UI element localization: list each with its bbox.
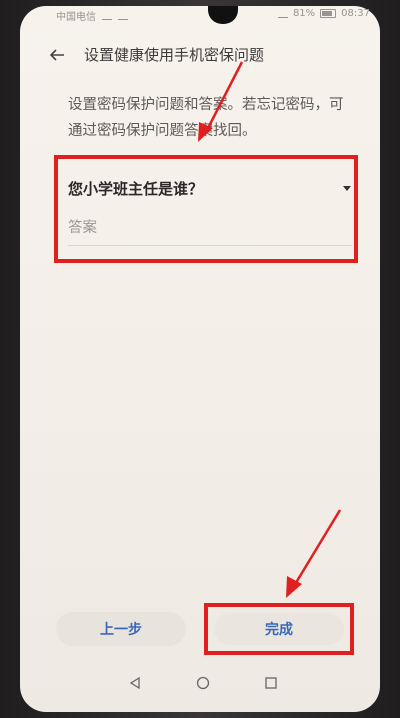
bluetooth-icon [277, 9, 288, 18]
nav-recent-icon[interactable] [264, 676, 278, 690]
done-button[interactable]: 完成 [214, 613, 344, 645]
system-nav-bar [0, 672, 400, 696]
battery-icon [320, 9, 337, 18]
prev-step-button[interactable]: 上一步 [56, 612, 186, 646]
answer-input[interactable] [68, 211, 352, 246]
nav-home-icon[interactable] [196, 676, 210, 690]
battery-percent: 81% [292, 8, 316, 19]
question-select[interactable]: 您小学班主任是谁？ [68, 173, 352, 203]
signal-icon [102, 11, 112, 20]
description-text: 设置密码保护问题和答案。若忘记密码，可通过密码保护问题答案找回。 [68, 97, 344, 139]
arrow-left-icon[interactable] [48, 46, 66, 64]
wifi-icon [118, 11, 128, 20]
question-highlight-box: 您小学班主任是谁？ [54, 155, 358, 263]
done-highlight-box: 完成 [204, 603, 354, 655]
selected-question: 您小学班主任是谁？ [68, 179, 204, 198]
camera-notch [208, 6, 238, 24]
triangle-down-icon [343, 186, 351, 191]
clock: 08:37 [341, 8, 370, 19]
page-title: 设置健康使用手机密保问题 [84, 46, 265, 64]
status-bar-left: 中国电信 [56, 8, 128, 23]
nav-back-icon[interactable] [128, 676, 142, 690]
status-bar-right: 81% 08:37 [277, 8, 370, 19]
app-header: 设置健康使用手机密保问题 [48, 44, 264, 65]
carrier-label: 中国电信 [56, 12, 96, 23]
